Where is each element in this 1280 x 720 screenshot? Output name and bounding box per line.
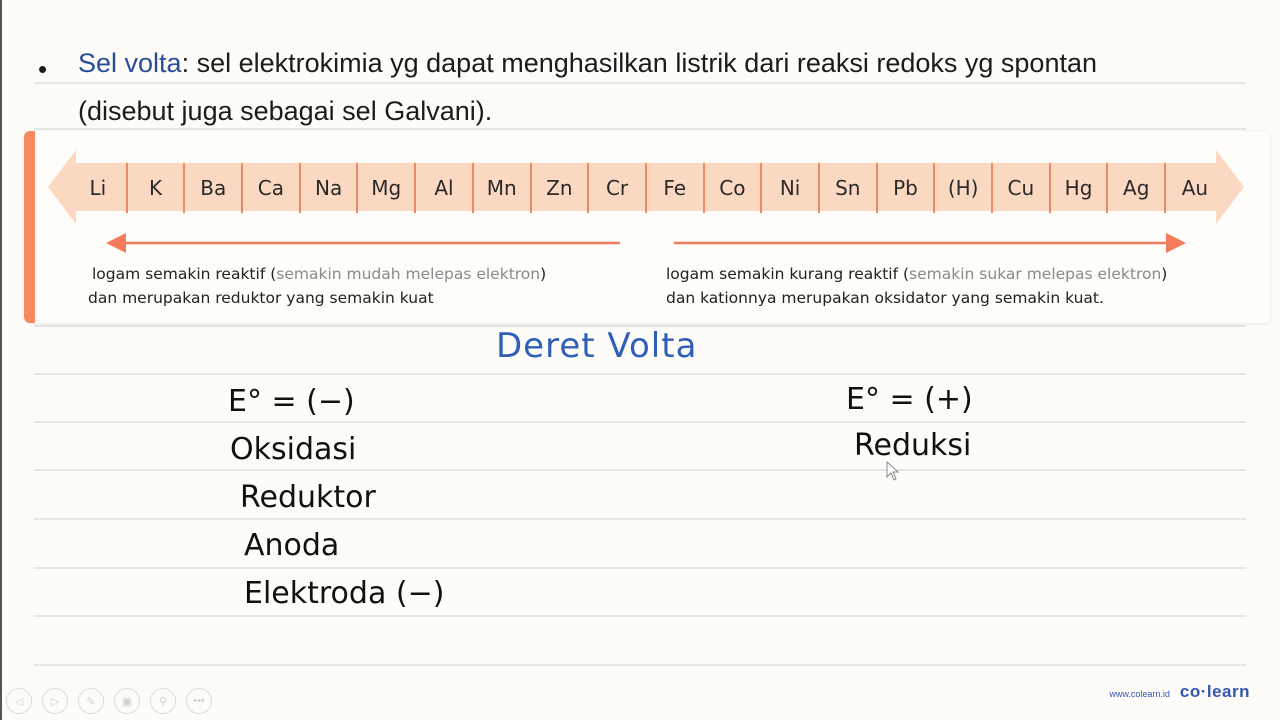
- metal-cell: Au: [1181, 176, 1209, 200]
- prev-button[interactable]: ◁: [6, 688, 32, 714]
- handwritten-left-item: Reduktor: [240, 480, 376, 515]
- handwritten-left-item: Oksidasi: [230, 432, 357, 467]
- ruled-line: [34, 373, 1246, 375]
- handwritten-left-item: Anoda: [244, 528, 340, 563]
- prev-icon: ◁: [14, 695, 24, 708]
- next-icon: ▷: [50, 695, 60, 708]
- right-description-line-1: logam semakin kurang reaktif (semakin su…: [666, 262, 1167, 287]
- ruled-line: [34, 469, 1246, 471]
- metal-cell: Ag: [1108, 163, 1167, 213]
- metal-cell: Ni: [762, 163, 820, 213]
- left-description-line-2: dan merupakan reduktor yang semakin kuat: [88, 289, 434, 307]
- mouse-cursor-icon: [886, 461, 900, 481]
- slides-icon: ▣: [121, 695, 133, 708]
- next-button[interactable]: ▷: [42, 688, 68, 714]
- metal-cell: Pb: [878, 163, 936, 213]
- definition-term: Sel volta: [78, 48, 182, 78]
- metal-cell: Li: [70, 163, 128, 213]
- slides-button[interactable]: ▣: [114, 688, 140, 714]
- desc-note: semakin sukar melepas elektron: [909, 265, 1162, 283]
- brand-logo: co·learn: [1179, 682, 1250, 701]
- desc-text: logam semakin kurang reaktif (: [666, 265, 910, 283]
- left-description-line-1: logam semakin reaktif (semakin mudah mel…: [92, 262, 546, 287]
- ruled-line: [34, 128, 1246, 130]
- handwritten-left-item: E° = (−): [228, 384, 355, 419]
- metal-cell: Zn: [532, 163, 590, 213]
- metal-cell: Na: [301, 163, 359, 213]
- desc-note: semakin mudah melepas elektron: [276, 265, 541, 283]
- desc-text: logam semakin reaktif (: [92, 265, 277, 283]
- metal-cell: K: [128, 163, 186, 213]
- ruled-line: [34, 421, 1246, 423]
- metal-cell: Cr: [589, 163, 647, 213]
- handwritten-title: Deret Volta: [496, 326, 698, 366]
- zoom-button[interactable]: ⚲: [150, 688, 176, 714]
- ruled-line: [34, 82, 1246, 84]
- ruled-line: [34, 615, 1246, 617]
- definition-line-1: Sel volta: sel elektrokimia yg dapat men…: [78, 48, 1097, 79]
- definition-line-2: (disebut juga sebagai sel Galvani).: [78, 96, 493, 126]
- zoom-icon: ⚲: [158, 695, 168, 708]
- metal-list: Li K Ba Ca Na Mg Al Mn Zn Cr Fe Co Ni Sn Pb (H) Cu Hg Ag Au: [70, 163, 1224, 213]
- metal-cell: Ca: [243, 163, 301, 213]
- more-icon: •••: [193, 695, 205, 707]
- ruled-line: [34, 567, 1246, 569]
- metal-cell: Al: [416, 163, 474, 213]
- slide-toolbar: ◁ ▷ ✎ ▣ ⚲ •••: [6, 688, 212, 714]
- handwritten-right-item: Reduksi: [854, 428, 972, 463]
- handwritten-left-item: Elektroda (−): [244, 576, 445, 611]
- window-edge: [0, 0, 2, 720]
- metal-cell: Mg: [358, 163, 417, 213]
- metal-cell: Sn: [820, 163, 878, 213]
- desc-text: ): [540, 265, 547, 283]
- metal-cell: (H): [935, 163, 993, 213]
- more-button[interactable]: •••: [186, 688, 212, 714]
- metal-cell: Co: [705, 163, 763, 213]
- right-direction-arrow: [674, 233, 1186, 253]
- bullet-point: •: [38, 54, 48, 84]
- ruled-line: [34, 518, 1246, 520]
- metal-cell: Cu: [993, 163, 1051, 213]
- metal-cell: Ba: [185, 163, 244, 213]
- right-description-line-2: dan kationnya merupakan oksidator yang s…: [666, 289, 1104, 307]
- card-accent-bar: [24, 131, 35, 323]
- desc-text: ): [1161, 265, 1168, 283]
- metal-cell: Mn: [474, 163, 532, 213]
- pen-icon: ✎: [86, 695, 96, 708]
- ruled-line: [34, 664, 1246, 666]
- metal-cell: Fe: [647, 163, 705, 213]
- left-direction-arrow: [106, 233, 620, 253]
- pen-button[interactable]: ✎: [78, 688, 104, 714]
- definition-text: : sel elektrokimia yg dapat menghasilkan…: [181, 48, 1097, 78]
- metal-cell: Hg: [1051, 163, 1109, 213]
- handwritten-right-item: E° = (+): [846, 382, 973, 417]
- brand-url[interactable]: www.colearn.id: [1109, 689, 1170, 699]
- brand: www.colearn.id co·learn: [1109, 682, 1250, 702]
